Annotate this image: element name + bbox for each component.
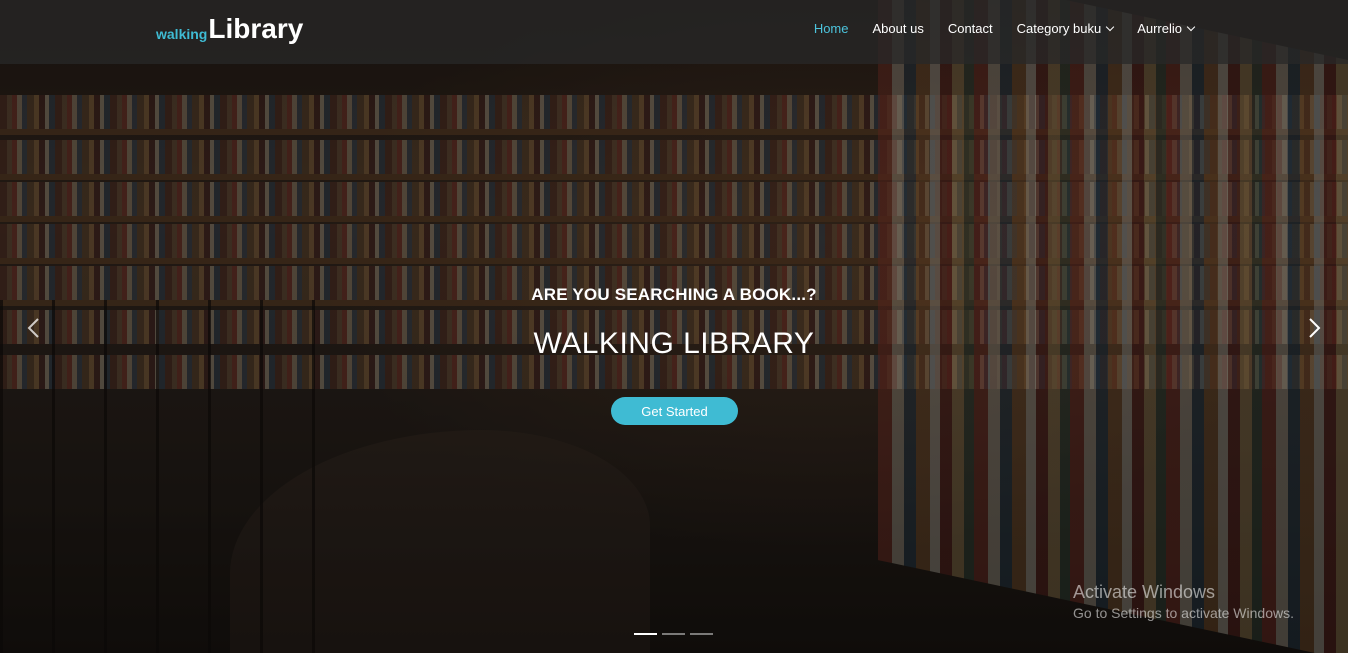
nav-home-label: Home <box>813 21 849 36</box>
carousel-next-button[interactable] <box>1303 317 1325 339</box>
watermark-subtitle: Go to Settings to activate Windows. <box>1073 605 1294 621</box>
brand-big-text: Library <box>208 13 304 44</box>
hero-subtitle: ARE YOU SEARCHING A BOOK...? <box>531 285 817 304</box>
nav-contact-label: Contact <box>947 21 993 36</box>
nav-about-us[interactable]: About us <box>873 21 924 36</box>
carousel-prev-button[interactable] <box>23 317 45 339</box>
nav-user-label: Aurrelio <box>1137 21 1182 36</box>
top-navbar: walking Library Home About us Contact Ca… <box>0 0 1348 64</box>
nav-home[interactable]: Home <box>814 21 849 36</box>
brand-logo[interactable]: walking Library <box>156 13 303 45</box>
nav-about-label: About us <box>872 21 924 36</box>
carousel-indicators <box>634 633 718 635</box>
nav-contact[interactable]: Contact <box>948 21 993 36</box>
chevron-down-icon <box>1186 22 1196 32</box>
chevron-left-icon <box>27 318 39 338</box>
main-nav: Home About us Contact Category buku Aurr… <box>790 21 1196 36</box>
chevron-right-icon <box>1309 318 1321 338</box>
carousel-indicator[interactable] <box>634 633 657 635</box>
hero-title: WALKING LIBRARY <box>533 327 815 360</box>
brand-small-text: walking <box>156 26 208 42</box>
chevron-down-icon <box>1105 22 1115 32</box>
nav-user-dropdown[interactable]: Aurrelio <box>1137 21 1196 36</box>
windows-activation-watermark: Activate Windows Go to Settings to activ… <box>1073 581 1294 623</box>
get-started-button[interactable]: Get Started <box>611 397 738 425</box>
carousel-indicator[interactable] <box>690 633 713 635</box>
watermark-title: Activate Windows <box>1073 582 1216 602</box>
nav-category-dropdown[interactable]: Category buku <box>1016 21 1115 36</box>
nav-category-label: Category buku <box>1016 21 1102 36</box>
carousel-indicator[interactable] <box>662 633 685 635</box>
